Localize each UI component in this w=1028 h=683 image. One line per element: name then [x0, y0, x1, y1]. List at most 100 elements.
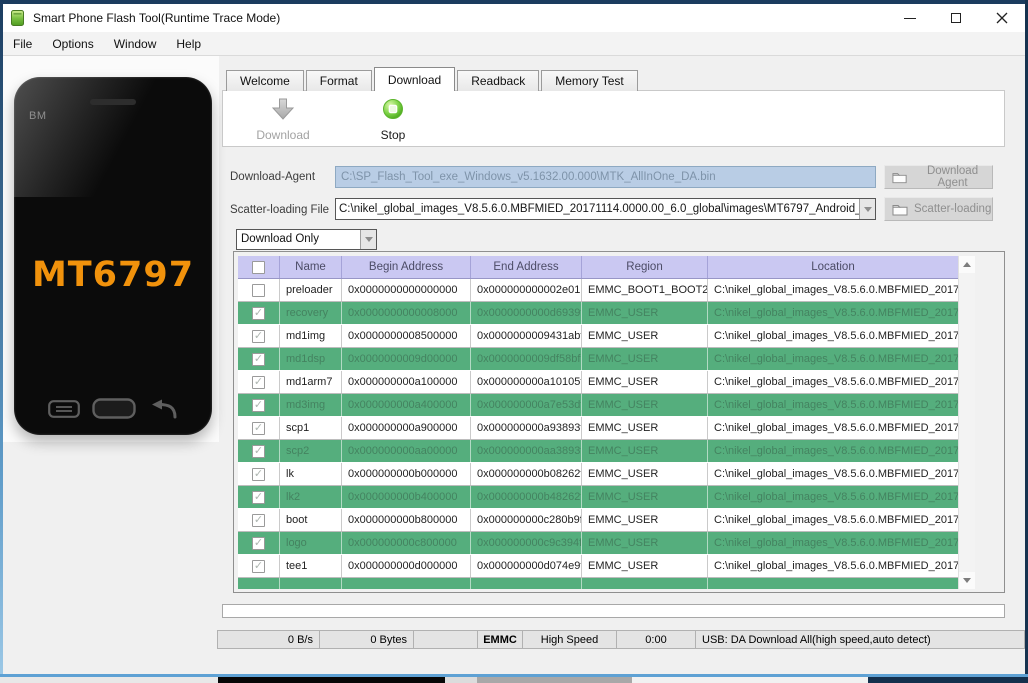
table-row[interactable]	[238, 578, 958, 589]
table-row[interactable]: ✓ lk 0x000000000b000000 0x000000000b08262f E…	[238, 463, 958, 486]
row-checkbox[interactable]: ✓	[252, 490, 265, 504]
header-end-address[interactable]: End Address	[471, 256, 582, 278]
table-row[interactable]: ✓ tee1 0x000000000d000000 0x000000000d074e9…	[238, 555, 958, 578]
row-checkbox[interactable]	[252, 283, 265, 297]
row-name: boot	[280, 509, 342, 531]
download-agent-input[interactable]: C:\SP_Flash_Tool_exe_Windows_v5.1632.00.…	[335, 166, 876, 188]
table-row[interactable]: ✓ boot 0x000000000b800000 0x000000000c280b9…	[238, 509, 958, 532]
menu-file[interactable]: File	[3, 32, 42, 56]
download-mode-select[interactable]: Download Only	[236, 229, 377, 250]
checkmark-icon: ✓	[253, 375, 264, 388]
tab-memory-test[interactable]: Memory Test	[541, 70, 638, 91]
header-begin-address[interactable]: Begin Address	[342, 256, 471, 278]
row-begin-address: 0x000000000b800000	[342, 509, 471, 531]
row-checkbox[interactable]: ✓	[252, 536, 265, 550]
table-row[interactable]: ✓ scp2 0x000000000aa00000 0x000000000aa3893…	[238, 440, 958, 463]
row-checkbox[interactable]: ✓	[252, 375, 265, 389]
checkmark-icon: ✓	[253, 490, 264, 503]
minimize-button[interactable]	[887, 4, 933, 32]
header-region[interactable]: Region	[582, 256, 708, 278]
row-checkbox[interactable]: ✓	[252, 329, 265, 343]
checkmark-icon: ✓	[253, 536, 264, 549]
checkmark-icon: ✓	[253, 306, 264, 319]
row-name: tee1	[280, 555, 342, 577]
mode-dropdown-arrow[interactable]	[360, 230, 376, 249]
menubar: File Options Window Help	[3, 32, 1025, 56]
row-name: lk	[280, 463, 342, 485]
row-begin-address: 0x000000000aa00000	[342, 440, 471, 462]
download-button[interactable]: Download	[241, 98, 325, 142]
table-row[interactable]: ✓ md1dsp 0x0000000009d00000 0x0000000009df5…	[238, 348, 958, 371]
select-all-checkbox[interactable]	[252, 260, 265, 274]
stop-button[interactable]: Stop	[351, 98, 435, 142]
row-name: lk2	[280, 486, 342, 508]
row-end-address	[471, 578, 582, 589]
row-name	[280, 578, 342, 589]
download-agent-button[interactable]: Download Agent	[884, 165, 993, 189]
close-button[interactable]	[979, 4, 1025, 32]
window-border-top	[0, 0, 1028, 4]
checkmark-icon: ✓	[253, 421, 264, 434]
row-end-address: 0x000000000a7e53df	[471, 394, 582, 416]
select-all-checkbox-cell	[238, 256, 280, 278]
row-checkbox-cell: ✓	[238, 440, 280, 462]
tab-download[interactable]: Download	[373, 67, 456, 91]
download-button-label: Download	[256, 128, 310, 142]
table-row[interactable]: ✓ lk2 0x000000000b400000 0x000000000b48262f…	[238, 486, 958, 509]
row-checkbox-cell: ✓	[238, 509, 280, 531]
maximize-button[interactable]	[933, 4, 979, 32]
checkmark-icon: ✓	[253, 329, 264, 342]
scroll-up-button[interactable]	[959, 256, 975, 273]
row-end-address: 0x000000000c9c394f	[471, 532, 582, 554]
header-location[interactable]: Location	[708, 256, 958, 278]
menu-window[interactable]: Window	[104, 32, 167, 56]
row-checkbox[interactable]: ✓	[252, 352, 265, 366]
row-checkbox[interactable]: ✓	[252, 398, 265, 412]
table-row[interactable]: ✓ recovery 0x0000000000008000 0x0000000000d…	[238, 302, 958, 325]
phone-back-icon	[152, 399, 177, 418]
checkmark-icon: ✓	[253, 352, 264, 365]
table-row[interactable]: ✓ md1img 0x0000000008500000 0x0000000009431…	[238, 325, 958, 348]
header-name[interactable]: Name	[280, 256, 342, 278]
menu-help[interactable]: Help	[166, 32, 211, 56]
scatter-dropdown-arrow[interactable]	[859, 199, 875, 219]
row-checkbox[interactable]: ✓	[252, 444, 265, 458]
tabstrip: Welcome Format Download Readback Memory …	[226, 67, 640, 91]
partition-table-group: Name Begin Address End Address Region Lo…	[233, 251, 1005, 593]
table-scrollbar[interactable]	[958, 256, 975, 589]
row-location: C:\nikel_global_images_V8.5.6.0.MBFMIED_…	[714, 284, 958, 296]
status-speed: 0 B/s	[217, 630, 320, 649]
row-begin-address: 0x000000000d000000	[342, 555, 471, 577]
phone-brand-label: BM	[29, 110, 47, 122]
table-row[interactable]: ✓ logo 0x000000000c800000 0x000000000c9c394…	[238, 532, 958, 555]
menu-options[interactable]: Options	[42, 32, 103, 56]
row-begin-address: 0x0000000009d00000	[342, 348, 471, 370]
tab-welcome[interactable]: Welcome	[226, 70, 304, 91]
table-row[interactable]: ✓ md3img 0x000000000a400000 0x000000000a7e5…	[238, 394, 958, 417]
row-checkbox[interactable]: ✓	[252, 421, 265, 435]
row-location: C:\nikel_global_images_V8.5.6.0.MBFMIED_…	[714, 330, 958, 342]
folder-icon	[892, 204, 908, 215]
phone-nav-buttons	[14, 398, 212, 419]
row-region: EMMC_USER	[582, 463, 708, 485]
row-name: md1img	[280, 325, 342, 347]
scatter-file-select[interactable]: C:\nikel_global_images_V8.5.6.0.MBFMIED_…	[335, 198, 876, 220]
scroll-down-button[interactable]	[959, 572, 975, 589]
tab-format[interactable]: Format	[305, 70, 372, 91]
partition-table: Name Begin Address End Address Region Lo…	[238, 256, 975, 589]
chevron-down-icon	[364, 237, 373, 242]
scatter-loading-button[interactable]: Scatter-loading	[884, 197, 993, 221]
tab-readback[interactable]: Readback	[457, 70, 540, 91]
row-checkbox[interactable]: ✓	[252, 306, 265, 320]
table-row[interactable]: ✓ scp1 0x000000000a900000 0x000000000a93893…	[238, 417, 958, 440]
row-checkbox[interactable]: ✓	[252, 513, 265, 527]
row-checkbox-cell: ✓	[238, 463, 280, 485]
row-checkbox[interactable]: ✓	[252, 467, 265, 481]
row-begin-address: 0x0000000008500000	[342, 325, 471, 347]
window-border-left	[0, 0, 3, 677]
table-row[interactable]: preloader 0x0000000000000000 0x00000000000…	[238, 279, 958, 302]
row-checkbox[interactable]: ✓	[252, 559, 265, 573]
checkmark-icon: ✓	[253, 513, 264, 526]
table-row[interactable]: ✓ md1arm7 0x000000000a100000 0x000000000a10…	[238, 371, 958, 394]
row-region: EMMC_BOOT1_BOOT2	[582, 279, 708, 301]
